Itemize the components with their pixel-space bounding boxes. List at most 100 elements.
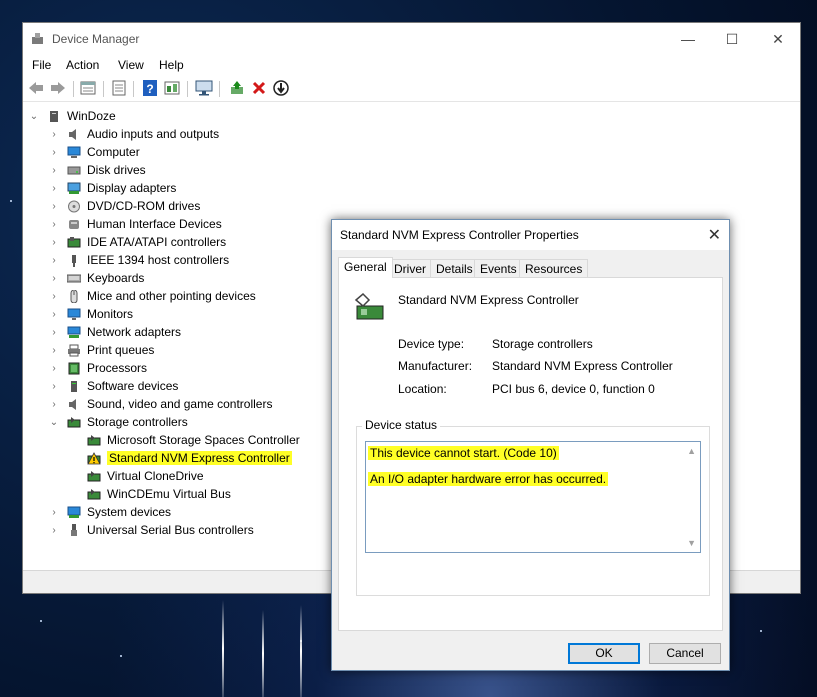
tree-item-dvd[interactable]: › DVD/CD-ROM drives [49, 197, 200, 215]
forward-arrow-icon[interactable] [49, 79, 67, 97]
location-value: PCI bus 6, device 0, function 0 [492, 382, 655, 396]
tree-item-storage-controllers[interactable]: ⌄ Storage controllers [49, 413, 188, 431]
network-adapter-icon [67, 326, 81, 338]
sound-icon [69, 398, 76, 410]
menu-help[interactable]: Help [159, 58, 184, 72]
tree-item-ide[interactable]: › IDE ATA/ATAPI controllers [49, 233, 226, 251]
tree-item-ieee1394[interactable]: › IEEE 1394 host controllers [49, 251, 229, 269]
display-adapter-icon [67, 182, 81, 194]
tree-item-sound[interactable]: › Sound, video and game controllers [49, 395, 272, 413]
chevron-down-icon[interactable]: ⌄ [49, 417, 59, 428]
scan-hardware-monitor-icon[interactable] [195, 79, 213, 97]
uninstall-red-x-icon[interactable] [250, 79, 268, 97]
tree-item-software-devices[interactable]: › Software devices [49, 377, 178, 395]
tree-root-label: WinDoze [67, 109, 116, 123]
tree-item-label: Display adapters [87, 181, 177, 195]
dialog-title-bar[interactable]: Standard NVM Express Controller Properti… [332, 220, 729, 250]
cancel-button[interactable]: Cancel [649, 643, 721, 664]
tree-item-network-adapters[interactable]: › Network adapters [49, 323, 181, 341]
tree-child-wincdemu[interactable]: WinCDEmu Virtual Bus [87, 485, 231, 503]
tree-root[interactable]: ⌄ WinDoze [29, 107, 116, 125]
tree-child-nvm-express[interactable]: Standard NVM Express Controller [87, 449, 292, 467]
svg-text:?: ? [146, 82, 153, 96]
toolbar-separator [187, 81, 188, 97]
disable-device-icon[interactable] [272, 79, 290, 97]
update-driver-icon[interactable] [228, 79, 246, 97]
tree-item-system-devices[interactable]: › System devices [49, 503, 171, 521]
chevron-right-icon[interactable]: › [49, 255, 59, 266]
tree-child-virtual-clonedrive[interactable]: Virtual CloneDrive [87, 467, 204, 485]
status-error-code: This device cannot start. (Code 10) [368, 446, 559, 460]
computer-icon [67, 146, 81, 158]
tree-item-label: Software devices [87, 379, 179, 393]
menu-file[interactable]: File [32, 58, 51, 72]
storage-controller-icon [87, 434, 101, 445]
document-icon[interactable] [110, 79, 128, 97]
chevron-right-icon[interactable]: › [49, 291, 59, 302]
chevron-right-icon[interactable]: › [49, 147, 59, 158]
tree-item-label: Network adapters [87, 325, 182, 339]
tab-details[interactable]: Details [430, 259, 479, 277]
chevron-right-icon[interactable]: › [49, 219, 59, 230]
tree-item-mice[interactable]: › Mice and other pointing devices [49, 287, 255, 305]
tree-item-keyboards[interactable]: › Keyboards [49, 269, 144, 287]
computer-root-icon [50, 110, 58, 122]
chevron-right-icon[interactable]: › [49, 525, 59, 536]
chevron-right-icon[interactable]: › [49, 345, 59, 356]
tree-item-print-queues[interactable]: › Print queues [49, 341, 154, 359]
ide-controller-icon [67, 236, 81, 247]
menu-view[interactable]: View [118, 58, 144, 72]
tab-events[interactable]: Events [474, 259, 523, 277]
chevron-right-icon[interactable]: › [49, 273, 59, 284]
toolbar-separator [219, 81, 220, 97]
tab-driver[interactable]: Driver [388, 259, 432, 277]
chevron-right-icon[interactable]: › [49, 183, 59, 194]
tree-item-display-adapters[interactable]: › Display adapters [49, 179, 176, 197]
chevron-right-icon[interactable]: › [49, 165, 59, 176]
resources-view-icon[interactable] [163, 79, 181, 97]
chevron-right-icon[interactable]: › [49, 327, 59, 338]
device-status-heading: Device status [362, 418, 441, 432]
ok-button[interactable]: OK [568, 643, 640, 664]
dialog-title: Standard NVM Express Controller Properti… [340, 228, 579, 242]
disk-drive-icon [67, 166, 81, 174]
properties-view-icon[interactable] [79, 79, 97, 97]
back-arrow-icon[interactable] [27, 79, 45, 97]
tab-general[interactable]: General [338, 257, 393, 278]
chevron-right-icon[interactable]: › [49, 399, 59, 410]
tree-item-label: Storage controllers [87, 415, 188, 429]
close-button[interactable]: ✕ [767, 29, 789, 49]
chevron-right-icon[interactable]: › [49, 363, 59, 374]
tree-item-usb[interactable]: › Universal Serial Bus controllers [49, 521, 253, 539]
tree-item-label: Print queues [87, 343, 155, 357]
help-icon[interactable]: ? [141, 79, 159, 97]
scroll-up-icon[interactable]: ▲ [687, 446, 696, 456]
device-type-value: Storage controllers [492, 337, 593, 351]
tree-child-storage-spaces[interactable]: Microsoft Storage Spaces Controller [87, 431, 300, 449]
chevron-right-icon[interactable]: › [49, 129, 59, 140]
tree-item-label: Microsoft Storage Spaces Controller [107, 433, 300, 447]
title-bar[interactable]: Device Manager — ☐ ✕ [23, 23, 800, 55]
chevron-right-icon[interactable]: › [49, 507, 59, 518]
maximize-button[interactable]: ☐ [721, 29, 743, 49]
mouse-icon [70, 289, 78, 303]
tree-item-computer[interactable]: › Computer [49, 143, 139, 161]
minimize-button[interactable]: — [677, 29, 699, 49]
chevron-right-icon[interactable]: › [49, 309, 59, 320]
chevron-down-icon[interactable]: ⌄ [29, 111, 39, 122]
chevron-right-icon[interactable]: › [49, 201, 59, 212]
tab-resources[interactable]: Resources [519, 259, 589, 277]
device-status-textbox[interactable]: This device cannot start. (Code 10) An I… [365, 441, 701, 553]
tree-item-hid[interactable]: › Human Interface Devices [49, 215, 221, 233]
chevron-right-icon[interactable]: › [49, 381, 59, 392]
dialog-close-icon[interactable]: ✕ [708, 225, 721, 245]
chevron-right-icon[interactable]: › [49, 237, 59, 248]
tree-item-processors[interactable]: › Processors [49, 359, 147, 377]
tree-item-disk-drives[interactable]: › Disk drives [49, 161, 145, 179]
tree-item-audio[interactable]: › Audio inputs and outputs [49, 125, 219, 143]
device-manager-icon [32, 33, 43, 44]
tree-item-monitors[interactable]: › Monitors [49, 305, 133, 323]
scroll-down-icon[interactable]: ▼ [687, 538, 696, 548]
general-tab-panel: Standard NVM Express Controller Device t… [338, 277, 723, 631]
menu-action[interactable]: Action [66, 58, 99, 72]
